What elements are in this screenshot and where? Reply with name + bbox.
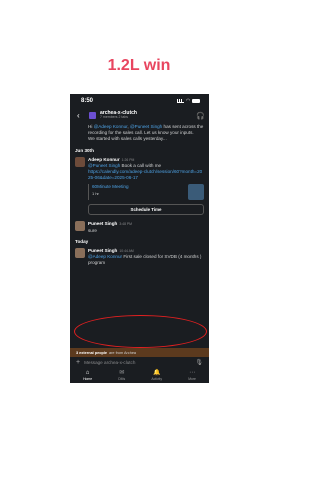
avatar[interactable] bbox=[75, 156, 85, 167]
message-input[interactable]: Message archea-x-clutch bbox=[84, 360, 135, 365]
channel-subtitle: 7 members 2 tabs bbox=[100, 115, 129, 120]
avatar[interactable] bbox=[75, 221, 85, 232]
bottom-tab-bar: ⌂ Home ✉ DMs 🔔 Activity ⋯ More bbox=[70, 368, 209, 383]
tab-dms[interactable]: ✉ DMs bbox=[118, 370, 125, 381]
author-name[interactable]: Puneet Singh bbox=[88, 221, 117, 226]
status-bar: 8:50 ◠ bbox=[70, 94, 209, 107]
preview-duration: 1 hr bbox=[92, 190, 99, 196]
home-icon: ⌂ bbox=[85, 370, 90, 376]
message-feed[interactable]: Hi @Adeep Konnur, @Puneet Singh has sent… bbox=[70, 124, 209, 348]
status-time: 8:50 bbox=[81, 97, 94, 104]
dms-icon: ✉ bbox=[119, 370, 125, 376]
wifi-icon: ◠ bbox=[186, 97, 190, 104]
channel-info[interactable]: archea-x-clutch 7 members 2 tabs bbox=[100, 111, 192, 120]
message-composer[interactable]: + Message archea-x-clutch 🎙 bbox=[70, 357, 209, 368]
author-name[interactable]: Puneet Singh bbox=[88, 248, 117, 253]
external-people-banner[interactable]: 3 external people are from Archea bbox=[70, 348, 209, 357]
headphones-icon[interactable]: 🎧 bbox=[196, 112, 205, 120]
caption-title: 1.2L win bbox=[107, 57, 171, 74]
author-name[interactable]: Adeep Konnur bbox=[88, 157, 120, 162]
list-item: Puneet Singh 3:48 PM sure bbox=[75, 221, 204, 233]
link-preview[interactable]: 60Minute Meeting 1 hr bbox=[88, 184, 204, 201]
bell-icon: 🔔 bbox=[152, 370, 161, 376]
back-arrow-icon[interactable]: ‹ bbox=[77, 111, 85, 120]
preview-image bbox=[188, 184, 204, 201]
plus-icon[interactable]: + bbox=[76, 359, 80, 366]
list-item: Adeep Konnur 1:26 PM @Puneet Singh Book a… bbox=[75, 156, 204, 216]
microphone-icon[interactable]: 🎙 bbox=[195, 359, 203, 366]
mention[interactable]: @Puneet Singh bbox=[130, 124, 162, 129]
message-time: 1:26 PM bbox=[121, 157, 135, 162]
phone-screen: 8:50 ◠ ‹ archea-x-clutch 7 members 2 tab… bbox=[70, 94, 209, 383]
list-item: Puneet Singh 10:44 AM @Adeep Konnur First… bbox=[75, 247, 204, 267]
schedule-time-button[interactable]: Schedule Time bbox=[88, 204, 204, 216]
day-divider: Jun 30th bbox=[75, 147, 94, 153]
calendly-link[interactable]: https://calendly.com/adeep-clutch/sessio… bbox=[88, 169, 204, 181]
mention[interactable]: @Puneet Singh bbox=[88, 163, 120, 168]
day-divider: Today bbox=[75, 238, 89, 244]
battery-icon bbox=[192, 98, 200, 103]
signal-icon bbox=[177, 98, 185, 103]
message-time: 10:44 AM bbox=[119, 248, 134, 253]
preview-title: 60Minute Meeting bbox=[92, 184, 129, 190]
mention[interactable]: @Adeep Konnur bbox=[88, 254, 122, 259]
list-item: Hi @Adeep Konnur, @Puneet Singh has sent… bbox=[88, 124, 204, 142]
mention[interactable]: @Adeep Konnur bbox=[94, 124, 128, 129]
red-circle-annotation bbox=[74, 315, 207, 348]
channel-header: ‹ archea-x-clutch 7 members 2 tabs 🎧 bbox=[70, 107, 209, 124]
tab-more[interactable]: ⋯ More bbox=[188, 370, 196, 381]
channel-avatar bbox=[89, 112, 96, 119]
avatar[interactable] bbox=[75, 247, 85, 258]
more-icon: ⋯ bbox=[189, 370, 196, 376]
message-time: 3:48 PM bbox=[119, 222, 132, 227]
tab-activity[interactable]: 🔔 Activity bbox=[151, 370, 162, 381]
tab-home[interactable]: ⌂ Home bbox=[83, 370, 92, 381]
